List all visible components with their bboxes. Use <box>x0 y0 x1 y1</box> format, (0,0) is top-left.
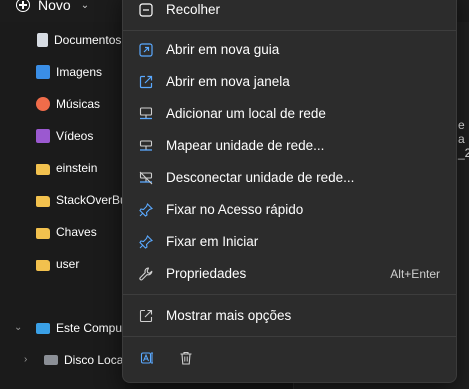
menu-item-show-more-options[interactable]: Mostrar mais opções <box>129 302 450 330</box>
menu-item-label: Recolher <box>166 2 221 17</box>
music-icon <box>36 97 50 111</box>
collapse-icon <box>139 3 153 17</box>
nav-item-videos[interactable]: Vídeos <box>36 126 93 146</box>
nav-item-label: Disco Loca <box>64 353 124 367</box>
nav-item-einstein[interactable]: einstein <box>36 158 97 178</box>
computer-icon <box>36 322 50 334</box>
folder-icon <box>36 228 50 239</box>
menu-separator <box>123 336 456 337</box>
nav-item-local-disk[interactable]: Disco Loca <box>44 350 123 370</box>
pictures-icon <box>36 65 50 79</box>
menu-item-label: Fixar no Acesso rápido <box>166 202 304 217</box>
menu-item-pin-start[interactable]: Fixar em Iniciar <box>129 228 450 256</box>
menu-item-add-network-location[interactable]: Adicionar um local de rede <box>129 100 450 128</box>
nav-item-label: Chaves <box>56 225 97 239</box>
menu-item-pin-quick-access[interactable]: Fixar no Acesso rápido <box>129 196 450 224</box>
folder-icon <box>36 260 50 271</box>
videos-icon <box>36 129 50 143</box>
menu-separator <box>123 30 456 31</box>
new-button-label: Novo <box>38 0 71 13</box>
new-button[interactable]: Novo ⌄ <box>16 0 89 16</box>
partial-text: _2 <box>458 146 469 160</box>
map-network-drive-icon <box>139 140 153 151</box>
menu-item-open-new-tab[interactable]: Abrir em nova guia <box>129 36 450 64</box>
delete-icon[interactable] <box>178 350 194 366</box>
partial-text: e a <box>458 118 465 146</box>
nav-item-label: user <box>56 257 80 271</box>
nav-item-label: Músicas <box>56 97 101 111</box>
nav-item-documentos[interactable]: Documentos <box>36 30 121 50</box>
menu-item-label: Fixar em Iniciar <box>166 234 259 249</box>
menu-item-label: Adicionar um local de rede <box>166 106 326 121</box>
menu-item-label: Desconectar unidade de rede... <box>166 170 355 185</box>
menu-item-collapse[interactable]: Recolher <box>129 0 450 24</box>
disk-icon <box>44 355 58 365</box>
menu-item-disconnect-network-drive[interactable]: Desconectar unidade de rede... <box>129 164 450 192</box>
nav-item-imagens[interactable]: Imagens <box>36 62 102 82</box>
nav-item-label: Este Comput <box>56 321 126 335</box>
plus-icon <box>16 0 30 12</box>
nav-item-this-pc[interactable]: Este Comput <box>36 318 125 338</box>
menu-item-map-network-drive[interactable]: Mapear unidade de rede... <box>129 132 450 160</box>
chevron-down-icon: ⌄ <box>80 0 90 11</box>
menu-separator <box>123 294 456 295</box>
menu-item-label: Propriedades <box>166 266 247 281</box>
navigation-pane: Documentos Imagens Músicas Vídeos einste… <box>0 22 127 389</box>
open-new-window-icon <box>139 75 153 89</box>
nav-item-label: Vídeos <box>56 129 94 143</box>
disconnect-network-drive-icon <box>139 171 153 185</box>
menu-item-properties[interactable]: Propriedades Alt+Enter <box>129 260 450 288</box>
nav-item-musicas[interactable]: Músicas <box>36 94 100 114</box>
nav-item-user[interactable]: user <box>36 254 79 274</box>
menu-item-shortcut: Alt+Enter <box>390 267 440 281</box>
open-new-tab-icon <box>139 43 153 57</box>
pin-icon <box>139 203 153 217</box>
nav-item-label: Imagens <box>56 65 103 79</box>
chevron-down-icon[interactable]: ⌄ <box>14 322 22 333</box>
context-menu: Recolher Abrir em nova guia Abrir em nov… <box>122 0 457 383</box>
rename-icon[interactable] <box>140 350 156 366</box>
nav-item-chaves[interactable]: Chaves <box>36 222 97 242</box>
menu-item-label: Abrir em nova guia <box>166 42 280 57</box>
nav-item-label: Documentos <box>54 33 122 47</box>
menu-item-label: Mapear unidade de rede... <box>166 138 325 153</box>
wrench-icon <box>139 267 153 281</box>
pin-icon <box>139 235 153 249</box>
folder-icon <box>36 164 50 175</box>
nav-item-stackoverbu[interactable]: StackOverBu <box>36 190 127 210</box>
show-more-options-icon <box>139 309 153 323</box>
document-icon <box>37 33 48 47</box>
nav-item-label: einstein <box>56 161 98 175</box>
nav-item-label: StackOverBu <box>56 193 127 207</box>
network-location-icon <box>139 107 153 120</box>
menu-item-open-new-window[interactable]: Abrir em nova janela <box>129 68 450 96</box>
menu-item-label: Mostrar mais opções <box>166 308 292 323</box>
folder-icon <box>36 196 50 207</box>
chevron-right-icon[interactable]: › <box>24 354 27 365</box>
menu-item-label: Abrir em nova janela <box>166 74 290 89</box>
